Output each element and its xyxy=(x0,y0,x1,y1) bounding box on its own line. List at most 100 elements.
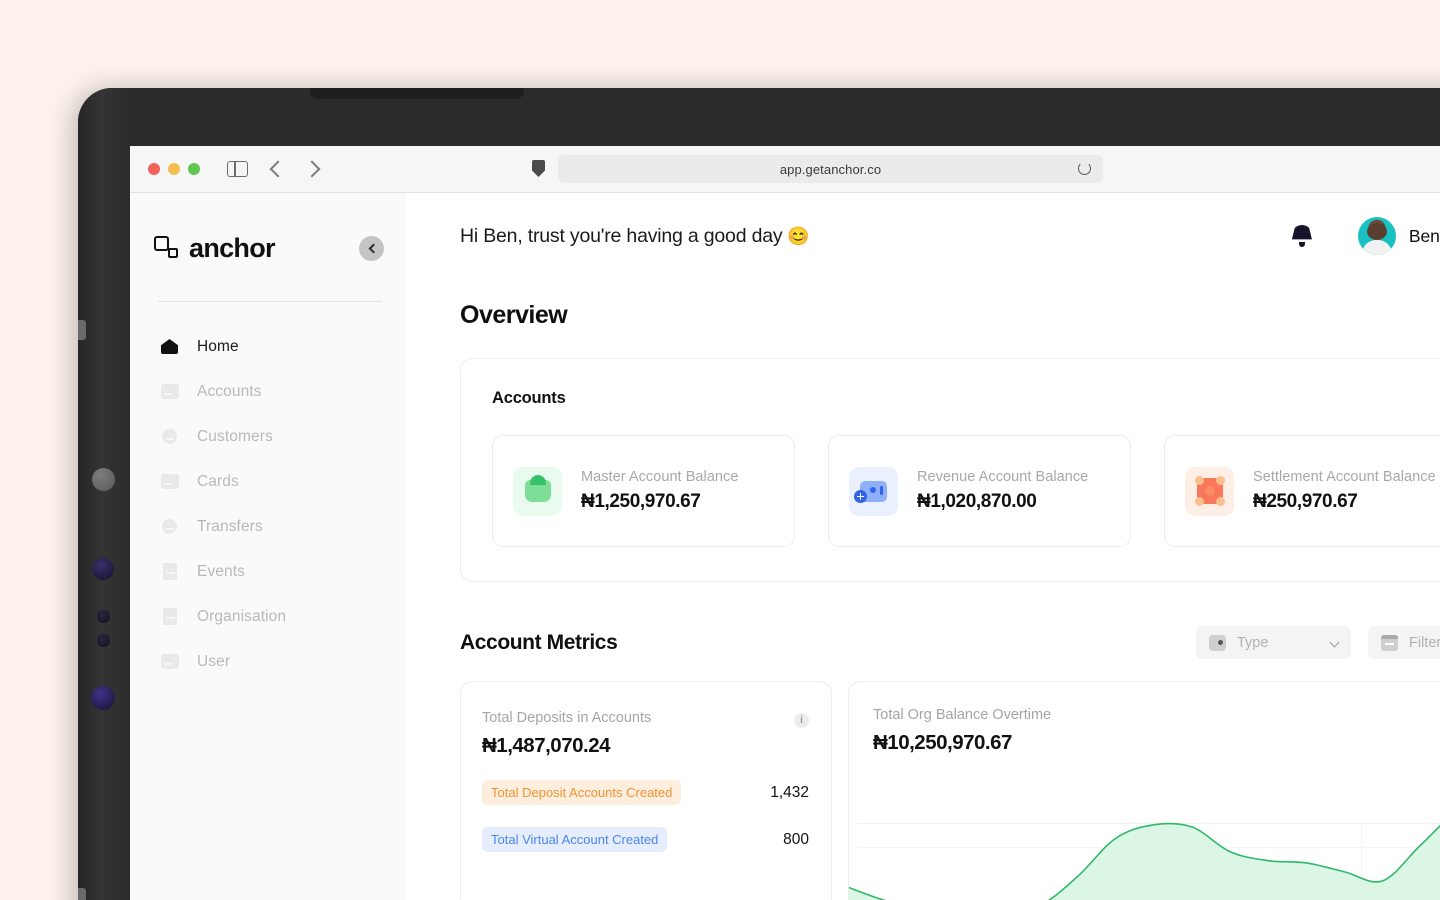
metric-label: Total Org Balance Overtime xyxy=(873,707,1052,723)
metrics-header: Account Metrics Type Filter by xyxy=(460,626,1440,659)
device-side-button xyxy=(78,320,86,340)
sidebar-item-home[interactable]: Home xyxy=(130,324,406,369)
account-card-label: Revenue Account Balance xyxy=(917,469,1089,485)
accounts-panel-title: Accounts xyxy=(492,389,566,407)
sidebar-item-label: Customers xyxy=(197,427,273,445)
account-card-label: Settlement Account Balance xyxy=(1253,469,1436,485)
settlement-icon xyxy=(1185,466,1234,516)
account-card-list: Master Account Balance ₦1,250,970.67 Rev… xyxy=(492,435,1440,547)
type-filter-label: Type xyxy=(1237,634,1269,651)
metric-count: 800 xyxy=(783,830,809,848)
user-icon xyxy=(160,652,179,671)
metric-row: Total Deposit Accounts Created 1,432 xyxy=(482,780,809,805)
metric-card-list: Total Deposits in Accounts ₦1,487,070.24… xyxy=(460,681,1440,900)
calendar-icon xyxy=(1381,634,1398,651)
account-card-master[interactable]: Master Account Balance ₦1,250,970.67 xyxy=(492,435,795,547)
money-bag-icon xyxy=(513,466,562,516)
sidebar-item-user[interactable]: User xyxy=(130,639,406,684)
card-icon xyxy=(160,472,179,491)
reload-icon[interactable] xyxy=(1078,162,1091,175)
browser-forward-button[interactable] xyxy=(303,160,321,178)
customers-icon xyxy=(160,427,179,446)
brand-name: anchor xyxy=(189,232,276,263)
notification-bell-icon[interactable] xyxy=(1291,224,1312,248)
device-sensor-lens xyxy=(91,686,115,710)
app-body: anchor Home Accounts Customers Cards Tra… xyxy=(130,193,1440,900)
sidebar-item-events[interactable]: Events xyxy=(130,549,406,594)
organisation-icon xyxy=(160,607,179,626)
device-sensor-dot xyxy=(97,610,110,623)
greeting-emoji: 😊 xyxy=(787,225,810,246)
chevron-down-icon xyxy=(1329,637,1340,648)
accounts-icon xyxy=(160,382,179,401)
account-card-value: ₦1,020,870.00 xyxy=(917,491,1037,512)
maximize-window-button[interactable] xyxy=(188,163,200,175)
events-icon xyxy=(160,562,179,581)
topbar-right: Ben Ajayi xyxy=(1291,217,1440,255)
device-notch xyxy=(310,88,524,99)
sidebar-item-organisation[interactable]: Organisation xyxy=(130,594,406,639)
sidebar-toggle-icon[interactable] xyxy=(227,161,248,177)
avatar[interactable] xyxy=(1357,217,1396,255)
account-card-label: Master Account Balance xyxy=(581,469,739,485)
device-left-bezel xyxy=(78,88,130,900)
app-main: Hi Ben, trust you're having a good day 😊… xyxy=(406,193,1440,900)
accounts-panel: Accounts Master Account Balance ₦1,250,9… xyxy=(460,358,1440,582)
org-balance-area-chart xyxy=(849,792,1440,900)
info-icon[interactable]: i xyxy=(794,713,809,728)
metric-row: Total Virtual Account Created 800 xyxy=(482,827,809,852)
sidebar-collapse-button[interactable] xyxy=(359,235,384,261)
status-badge: Total Deposit Accounts Created xyxy=(482,780,682,805)
sidebar-nav: Home Accounts Customers Cards Transfers … xyxy=(130,302,406,684)
shield-icon[interactable] xyxy=(532,160,545,177)
type-icon xyxy=(1209,634,1226,651)
window-controls xyxy=(148,163,200,175)
account-card-revenue[interactable]: Revenue Account Balance ₦1,020,870.00 xyxy=(828,435,1131,547)
device-camera-sensor xyxy=(92,468,115,491)
device-side-button xyxy=(78,888,86,900)
greeting-text: Hi Ben, trust you're having a good day xyxy=(460,224,783,247)
browser-window: app.getanchor.co anchor Home Accounts Cu… xyxy=(130,146,1440,900)
sidebar-item-label: Home xyxy=(197,337,239,355)
sidebar-item-label: Organisation xyxy=(197,607,287,625)
content-area: Overview Accounts Master Account Balance… xyxy=(406,301,1440,900)
address-bar[interactable]: app.getanchor.co xyxy=(558,155,1103,183)
metrics-controls: Type Filter by xyxy=(1196,626,1440,659)
device-sensor-dot xyxy=(97,634,110,647)
browser-back-button[interactable] xyxy=(269,160,287,178)
sidebar-item-label: Accounts xyxy=(197,382,262,400)
transfers-icon xyxy=(160,517,179,536)
metrics-title: Account Metrics xyxy=(460,630,618,654)
sidebar-item-transfers[interactable]: Transfers xyxy=(130,504,406,549)
sidebar-item-label: Events xyxy=(197,562,245,580)
minimize-window-button[interactable] xyxy=(168,163,180,175)
user-name: Ben Ajayi xyxy=(1408,225,1440,246)
sidebar-item-accounts[interactable]: Accounts xyxy=(130,369,406,414)
brand-row: anchor xyxy=(130,227,406,269)
date-filter-dropdown[interactable]: Filter by xyxy=(1368,626,1440,659)
card-add-icon xyxy=(849,466,898,516)
page-title: Overview xyxy=(460,301,568,329)
topbar: Hi Ben, trust you're having a good day 😊… xyxy=(406,193,1440,279)
url-text: app.getanchor.co xyxy=(779,161,882,177)
metric-value: ₦1,487,070.24 xyxy=(482,734,611,757)
anchor-logo-icon xyxy=(154,236,180,260)
sidebar-item-customers[interactable]: Customers xyxy=(130,414,406,459)
home-icon xyxy=(160,337,179,356)
sidebar-item-label: User xyxy=(197,652,231,670)
account-card-value: ₦250,970.67 xyxy=(1253,491,1358,512)
metric-label: Total Deposits in Accounts xyxy=(482,710,652,726)
close-window-button[interactable] xyxy=(148,163,160,175)
status-badge: Total Virtual Account Created xyxy=(482,827,668,852)
date-filter-label: Filter by xyxy=(1409,634,1440,651)
type-filter-dropdown[interactable]: Type xyxy=(1196,626,1351,659)
metric-count: 1,432 xyxy=(770,783,809,801)
app-sidebar: anchor Home Accounts Customers Cards Tra… xyxy=(130,193,406,900)
metric-value: ₦10,250,970.67 xyxy=(873,731,1012,754)
account-card-settlement[interactable]: Settlement Account Balance ₦250,970.67 xyxy=(1164,435,1440,547)
device-sensor-lens xyxy=(92,558,114,580)
org-balance-card: Total Org Balance Overtime ₦10,250,970.6… xyxy=(848,681,1440,900)
sidebar-item-cards[interactable]: Cards xyxy=(130,459,406,504)
account-card-value: ₦1,250,970.67 xyxy=(581,491,701,512)
sidebar-item-label: Cards xyxy=(197,472,239,490)
